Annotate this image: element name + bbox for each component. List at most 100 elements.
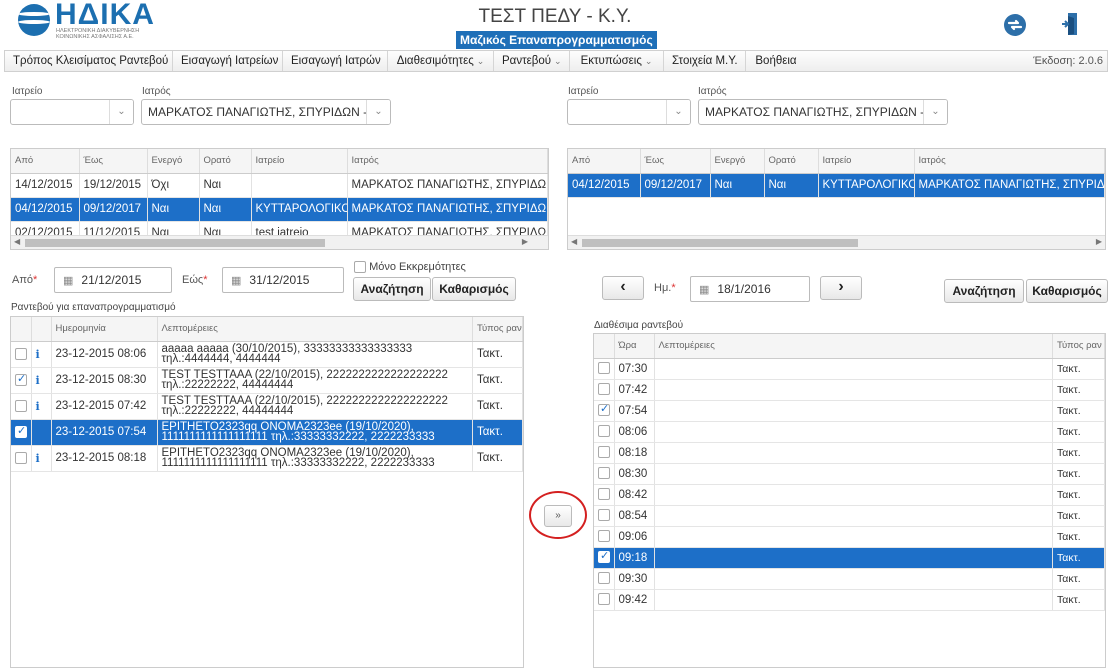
exit-door-icon[interactable]: [1061, 12, 1079, 36]
checkbox[interactable]: [15, 347, 27, 360]
right-search-button[interactable]: Αναζήτηση: [944, 279, 1024, 303]
next-day-button[interactable]: ›: [820, 276, 862, 300]
previous-day-button[interactable]: ‹: [602, 276, 644, 300]
checkbox[interactable]: [598, 383, 610, 396]
menu-appointments[interactable]: Ραντεβού ⌄: [494, 51, 570, 71]
col-details[interactable]: Λεπτομέρειες: [654, 334, 1053, 359]
col-time[interactable]: Ώρα: [614, 334, 655, 359]
table-row[interactable]: i 23-12-2015 08:18 EPITHETO2323qq ONOMA232…: [11, 445, 523, 472]
col-doctor[interactable]: Ιατρός: [347, 149, 548, 174]
left-doctor-select[interactable]: ΜΑΡΚΑΤΟΣ ΠΑΝΑΓΙΩΤΗΣ, ΣΠΥΡΙΔΩΝ - 3008 ⌄: [141, 99, 391, 125]
col-office[interactable]: Ιατρείο: [251, 149, 348, 174]
menu-help[interactable]: Βοήθεια: [746, 51, 806, 71]
info-icon[interactable]: i: [36, 348, 40, 361]
left-office-select[interactable]: ⌄: [10, 99, 134, 125]
table-row[interactable]: i 23-12-2015 07:42 TEST TESTTAAA (22/10/20…: [11, 393, 523, 420]
checkbox[interactable]: [598, 549, 610, 564]
checkbox[interactable]: [15, 399, 27, 412]
calendar-icon[interactable]: ▦: [63, 275, 73, 287]
right-office-select[interactable]: ⌄: [567, 99, 691, 125]
menu-unit-details[interactable]: Στοιχεία Μ.Υ.: [664, 51, 746, 71]
slot-row[interactable]: 09:30 Τακτ.: [594, 568, 1105, 590]
to-date-input[interactable]: ▦ 31/12/2015: [222, 267, 344, 293]
pending-only-checkbox[interactable]: Μόνο Εκκρεμότητες: [354, 261, 466, 274]
slot-row[interactable]: 08:06 Τακτ.: [594, 421, 1105, 443]
table-row[interactable]: 14/12/2015 19/12/2015 Όχι Ναι ΜΑΡΚΑΤΟΣ ΠΑΝΑΓ…: [11, 173, 548, 198]
checkbox[interactable]: [598, 362, 610, 375]
sync-icon[interactable]: [1004, 14, 1026, 36]
checkbox[interactable]: [598, 402, 610, 417]
col-from[interactable]: Από: [568, 149, 641, 174]
slot-row[interactable]: 09:06 Τακτ.: [594, 526, 1105, 548]
col-date[interactable]: Ημερομηνία: [51, 317, 158, 342]
checkbox[interactable]: [598, 425, 610, 438]
table-row-selected[interactable]: 04/12/2015 09/12/2017 Ναι Ναι ΚΥΤΤΑΡΟΛΟΓΙΚΟ Μ…: [568, 173, 1105, 198]
col-type[interactable]: Τύπος ραν: [1052, 334, 1105, 359]
right-clear-button[interactable]: Καθαρισμός: [1026, 279, 1108, 303]
info-icon[interactable]: i: [36, 400, 40, 413]
scroll-right-icon[interactable]: ▶: [1096, 237, 1102, 246]
slot-row[interactable]: 08:30 Τακτ.: [594, 463, 1105, 485]
day-date-input[interactable]: ▦ 18/1/2016: [690, 276, 810, 302]
scroll-left-icon[interactable]: ◀: [14, 237, 20, 246]
checkbox[interactable]: [354, 261, 366, 274]
col-details[interactable]: Λεπτομέρειες: [157, 317, 473, 342]
scroll-left-icon[interactable]: ◀: [571, 237, 577, 246]
col-active[interactable]: Ενεργό: [147, 149, 200, 174]
col-office[interactable]: Ιατρείο: [818, 149, 915, 174]
table-row-selected[interactable]: 04/12/2015 09/12/2017 Ναι Ναι ΚΥΤΤΑΡΟΛΟΓΙΚΟ Μ…: [11, 197, 548, 222]
checkbox[interactable]: [598, 530, 610, 543]
checkbox[interactable]: [598, 488, 610, 501]
menu-insert-offices[interactable]: Εισαγωγή Ιατρείων: [173, 51, 283, 71]
col-from[interactable]: Από: [11, 149, 80, 174]
left-search-button[interactable]: Αναζήτηση: [353, 277, 431, 301]
menu-printouts[interactable]: Εκτυπώσεις ⌄: [570, 51, 664, 71]
checkbox[interactable]: [598, 446, 610, 459]
from-date-input[interactable]: ▦ 21/12/2015: [54, 267, 172, 293]
transfer-button[interactable]: »: [544, 505, 572, 527]
details-line: τηλ.:22222222, 44444444: [161, 379, 294, 391]
slot-row[interactable]: 07:30 Τακτ.: [594, 358, 1105, 380]
calendar-icon[interactable]: ▦: [699, 284, 709, 296]
info-icon[interactable]: i: [36, 374, 40, 387]
checkbox[interactable]: [15, 372, 27, 386]
checkbox[interactable]: [598, 593, 610, 606]
scroll-right-icon[interactable]: ▶: [522, 237, 528, 246]
page-subtitle: Μαζικός Επαναπρογραμματισμός: [456, 31, 657, 49]
slot-row[interactable]: 08:42 Τακτ.: [594, 484, 1105, 506]
slot-row[interactable]: 07:42 Τακτ.: [594, 379, 1105, 401]
table-row[interactable]: i 23-12-2015 08:06 aaaaa aaaaa (30/10/2015…: [11, 341, 523, 368]
col-to[interactable]: Έως: [640, 149, 711, 174]
checkbox[interactable]: [598, 467, 610, 480]
menu-label: Εισαγωγή Ιατρείων: [181, 55, 279, 67]
horizontal-scrollbar[interactable]: ◀ ▶: [568, 235, 1105, 249]
table-row[interactable]: i 23-12-2015 08:30TEST TESTTAAA (22/10/20…: [11, 367, 523, 394]
col-to[interactable]: Έως: [79, 149, 148, 174]
scroll-thumb[interactable]: [582, 239, 858, 247]
menu-availability[interactable]: Διαθεσιμότητες ⌄: [388, 51, 494, 71]
col-visible[interactable]: Ορατό: [764, 149, 819, 174]
col-active[interactable]: Ενεργό: [710, 149, 765, 174]
slot-row[interactable]: 08:18 Τακτ.: [594, 442, 1105, 464]
slot-row[interactable]: 07:54 Τακτ.: [594, 400, 1105, 422]
col-type[interactable]: Τύπος ραν: [472, 317, 523, 342]
slot-row[interactable]: 08:54 Τακτ.: [594, 505, 1105, 527]
checkbox[interactable]: [598, 572, 610, 585]
info-icon[interactable]: i: [36, 452, 40, 465]
checkbox[interactable]: [15, 451, 27, 464]
menu-insert-doctors[interactable]: Εισαγωγή Ιατρών: [283, 51, 388, 71]
slot-row[interactable]: 09:18 Τακτ.: [594, 547, 1105, 569]
col-doctor[interactable]: Ιατρός: [914, 149, 1105, 174]
col-visible[interactable]: Ορατό: [199, 149, 252, 174]
left-clear-button[interactable]: Καθαρισμός: [432, 277, 516, 301]
menu-appointment-closing[interactable]: Τρόπος Κλεισίματος Ραντεβού: [5, 51, 173, 71]
scroll-thumb[interactable]: [25, 239, 325, 247]
right-doctor-label: Ιατρός: [698, 86, 727, 97]
right-doctor-select[interactable]: ΜΑΡΚΑΤΟΣ ΠΑΝΑΓΙΩΤΗΣ, ΣΠΥΡΙΔΩΝ - 3008 ⌄: [698, 99, 948, 125]
horizontal-scrollbar[interactable]: ◀ ▶: [11, 235, 548, 249]
checkbox[interactable]: [598, 509, 610, 522]
slot-row[interactable]: 09:42 Τακτ.: [594, 589, 1105, 611]
table-row[interactable]: 23-12-2015 07:54EPITHETO2323qq ONOMA2323…: [11, 419, 523, 446]
calendar-icon[interactable]: ▦: [231, 275, 241, 287]
checkbox[interactable]: [15, 424, 27, 438]
